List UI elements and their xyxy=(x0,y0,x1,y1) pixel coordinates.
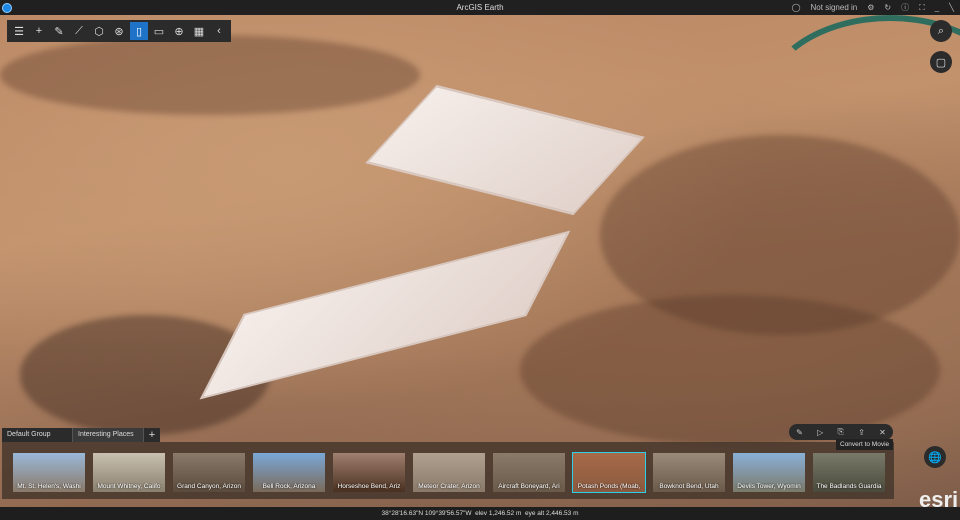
title-bar: ArcGIS Earth ◯ Not signed in ⚙ ↻ ⓘ ⛶ _ ╲ xyxy=(0,0,960,15)
bookmark-label: Aircraft Boneyard, Ari xyxy=(498,483,560,490)
add-group-button[interactable]: + xyxy=(144,428,160,442)
analysis-icon[interactable]: ⬡ xyxy=(90,22,108,40)
search-icon[interactable]: ⌕ xyxy=(930,20,952,42)
bookmark-card[interactable]: Meteor Crater, Arizon xyxy=(413,453,485,492)
bookmark-card[interactable]: Mount Whitney, Califo xyxy=(93,453,165,492)
bookmark-card[interactable]: Devils Tower, Wyomin xyxy=(733,453,805,492)
sign-in-status[interactable]: Not signed in xyxy=(811,3,858,12)
elevation: elev 1,246.52 m xyxy=(475,510,522,517)
esri-logo: esri xyxy=(919,487,959,512)
bookmark-card[interactable]: Grand Canyon, Arizon xyxy=(173,453,245,492)
basemap-globe-icon[interactable]: 🌐 xyxy=(924,446,946,468)
bookmark-card[interactable]: Aircraft Boneyard, Ari xyxy=(493,453,565,492)
bookmark-label: Mt. St. Helen's, Washi xyxy=(17,483,81,490)
bookmark-card[interactable]: Bell Rock, Arizona xyxy=(253,453,325,492)
bookmark-label: Horseshoe Bend, Ariz xyxy=(337,483,401,490)
globe-icon[interactable]: ⊕ xyxy=(170,22,188,40)
status-bar: 38°28'16.63"N 109°39'56.57"W elev 1,246.… xyxy=(0,507,960,520)
minimize-icon[interactable]: _ xyxy=(935,3,939,12)
coordinates: 38°28'16.63"N 109°39'56.57"W xyxy=(381,510,472,517)
bookmark-card[interactable]: Bowknot Bend, Utah xyxy=(653,453,725,492)
bookmark-label: Meteor Crater, Arizon xyxy=(418,483,480,490)
bookmark-label: The Badlands Guardia xyxy=(816,483,882,490)
tab-default-group[interactable]: Default Group xyxy=(2,428,73,442)
bookmark-strip: Mt. St. Helen's, Washi Mount Whitney, Cal… xyxy=(2,442,894,499)
bookmark-label: Potash Ponds (Moab, xyxy=(577,483,641,490)
bookmark-label: Devils Tower, Wyomin xyxy=(737,483,801,490)
grid-icon[interactable]: ▦ xyxy=(190,22,208,40)
bookmark-label: Bowknot Bend, Utah xyxy=(659,483,719,490)
settings-icon[interactable]: ⚙ xyxy=(867,3,874,12)
add-icon[interactable]: + xyxy=(30,22,48,40)
collapse-icon[interactable]: ‹ xyxy=(210,22,228,40)
fullscreen-icon[interactable]: ⛶ xyxy=(919,3,925,13)
close-icon[interactable]: ✕ xyxy=(879,428,886,437)
bookmark-card[interactable]: Horseshoe Bend, Ariz xyxy=(333,453,405,492)
main-toolbar: ☰ + ✎ ⟋ ⬡ ⊛ ▯ ▭ ⊕ ▦ ‹ xyxy=(7,20,231,42)
bookmark-tools: ✎ ▷ ⎘ ⇪ ✕ xyxy=(789,424,893,440)
bookmark-label: Grand Canyon, Arizon xyxy=(177,483,241,490)
edit-icon[interactable]: ✎ xyxy=(796,428,803,437)
overlay-icon[interactable]: ⊛ xyxy=(110,22,128,40)
user-icon[interactable]: ◯ xyxy=(792,3,801,12)
select-frame-icon[interactable]: ▢ xyxy=(930,51,952,73)
info-icon[interactable]: ⓘ xyxy=(901,2,909,13)
bookmark-card[interactable]: The Badlands Guardia xyxy=(813,453,885,492)
eye-altitude: eye alt 2,446.53 m xyxy=(525,510,579,517)
tab-interesting-places[interactable]: Interesting Places xyxy=(73,428,144,442)
app-icon xyxy=(2,2,12,13)
export-icon[interactable]: ⇪ xyxy=(858,428,865,437)
frame-icon[interactable]: ▭ xyxy=(150,22,168,40)
play-icon[interactable]: ▷ xyxy=(817,428,823,437)
sketch-icon[interactable]: ✎ xyxy=(50,22,68,40)
refresh-icon[interactable]: ↻ xyxy=(884,3,891,12)
tooltip: Convert to Movie xyxy=(836,439,894,450)
bookmark-label: Bell Rock, Arizona xyxy=(262,483,316,490)
bookmark-label: Mount Whitney, Califo xyxy=(97,483,161,490)
close-window-icon[interactable]: ╲ xyxy=(949,3,954,12)
bookmark-card[interactable]: Potash Ponds (Moab, xyxy=(572,452,646,493)
measure-icon[interactable]: ⟋ xyxy=(70,22,88,40)
convert-movie-icon[interactable]: ⎘ xyxy=(838,427,844,437)
bookmark-card[interactable]: Mt. St. Helen's, Washi xyxy=(13,453,85,492)
bookmarks-icon[interactable]: ▯ xyxy=(130,22,148,40)
layers-icon[interactable]: ☰ xyxy=(10,22,28,40)
